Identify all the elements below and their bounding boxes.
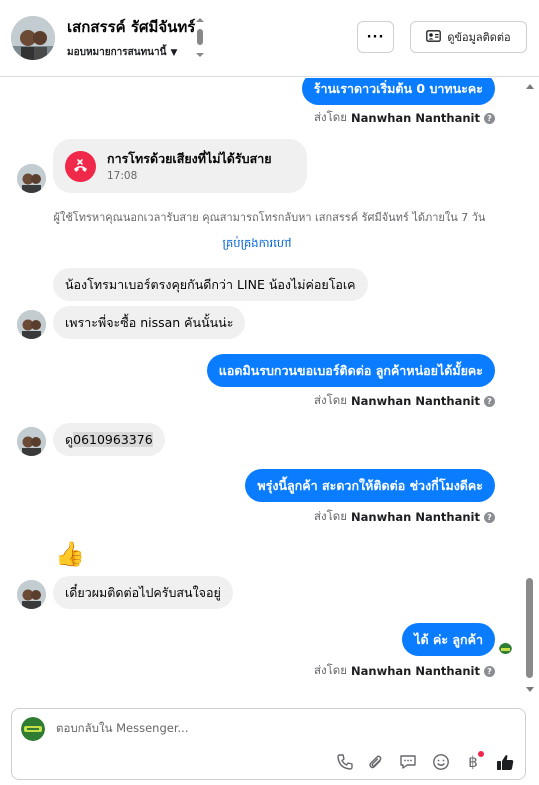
emoji-icon[interactable] xyxy=(430,751,452,773)
help-icon[interactable]: ? xyxy=(484,511,495,523)
contact-name: เสกสรรค์ รัศมีจันทร์ xyxy=(67,18,196,36)
attachment-icon[interactable] xyxy=(365,751,387,773)
contact-avatar[interactable] xyxy=(11,16,55,60)
message-incoming[interactable]: น้องโทรมาเบอร์ตรงคุยกันดีกว่า LINE น้องไ… xyxy=(53,268,368,301)
assign-conversation-dropdown[interactable]: มอบหมายการสนทนานี้ ▼ xyxy=(67,45,177,60)
notification-dot xyxy=(478,751,484,757)
page-logo-avatar xyxy=(21,717,45,741)
contact-card-icon xyxy=(426,29,442,45)
scroll-up-arrow[interactable] xyxy=(526,84,534,89)
help-icon[interactable]: ? xyxy=(484,395,495,407)
sent-by-prefix: ส่งโดย xyxy=(313,110,348,124)
message-thread[interactable]: ร้านเราดาวเริ่มต้น 0 บาทนะคะ ส่งโดย Nanw… xyxy=(0,78,539,700)
agent-name: Nanwhan Nanthanit xyxy=(351,664,480,678)
agent-name: Nanwhan Nanthanit xyxy=(351,111,480,125)
sent-by-line: ส่งโดย Nanwhan Nanthanit ? xyxy=(314,662,495,680)
phone-icon[interactable] xyxy=(334,751,356,773)
read-receipt-avatar xyxy=(499,641,512,654)
help-icon[interactable]: ? xyxy=(484,112,495,124)
saved-reply-icon[interactable] xyxy=(397,751,419,773)
message-incoming[interactable]: เดี๋ยวผมติดต่อไปครับสนใจอยู่ xyxy=(53,576,233,609)
conversation-header: เสกสรรค์ รัศมีจันทร์ มอบหมายการสนทนานี้ ▼… xyxy=(0,0,539,77)
missed-call-title: การโทรด้วยเสียงที่ไม่ได้รับสาย xyxy=(107,151,272,166)
phone-number[interactable]: 0610963376 xyxy=(73,432,153,447)
sent-by-prefix: ส่งโดย xyxy=(313,393,348,407)
help-icon[interactable]: ? xyxy=(484,665,495,677)
view-contact-info-button[interactable]: ดูข้อมูลติดต่อ xyxy=(410,21,527,53)
like-icon[interactable] xyxy=(494,751,516,773)
contact-avatar-small[interactable] xyxy=(17,580,46,609)
payment-icon[interactable]: ฿ xyxy=(462,751,484,773)
phone-prefix: ดู xyxy=(65,431,74,447)
message-outgoing[interactable]: พรุ่งนี้ลูกค้า สะดวกให้ติดต่อ ช่วงกี่โมง… xyxy=(245,469,495,502)
conversation-stepper[interactable] xyxy=(195,17,205,59)
scrollbar-thumb[interactable] xyxy=(526,578,533,678)
agent-name: Nanwhan Nanthanit xyxy=(351,394,480,408)
sent-by-line: ส่งโดย Nanwhan Nanthanit ? xyxy=(314,508,495,526)
missed-call-notice: ผู้ใช้โทรหาคุณนอกเวลารับสาย คุณสามารถโทร… xyxy=(53,211,486,224)
scroll-down-arrow[interactable] xyxy=(526,687,534,692)
contact-avatar-small[interactable] xyxy=(17,427,46,456)
more-options-icon: ··· xyxy=(366,29,385,45)
thumbs-up-sticker[interactable]: 👍 xyxy=(55,540,85,568)
reply-composer: ฿ xyxy=(11,708,526,780)
agent-name: Nanwhan Nanthanit xyxy=(351,510,480,524)
sent-by-prefix: ส่งโดย xyxy=(313,509,348,523)
sent-by-line: ส่งโดย Nanwhan Nanthanit ? xyxy=(314,109,495,127)
manage-calls-link[interactable]: គ្រប់គ្រងការហៅ xyxy=(0,236,514,253)
message-incoming-phone[interactable]: ดู 0610963376 xyxy=(53,423,165,456)
more-options-button[interactable]: ··· xyxy=(357,21,394,53)
view-contact-info-label: ดูข้อมูลติดต่อ xyxy=(447,31,511,44)
caret-down-icon: ▼ xyxy=(170,48,178,58)
contact-avatar-small[interactable] xyxy=(17,164,46,193)
message-outgoing[interactable]: ได้ ค่ะ ลูกค้า xyxy=(402,623,495,656)
message-outgoing[interactable]: ร้านเราดาวเริ่มต้น 0 บาทนะคะ xyxy=(301,78,495,105)
sent-by-line: ส่งโดย Nanwhan Nanthanit ? xyxy=(314,392,495,410)
message-incoming[interactable]: เพราะพี่จะซื้อ nissan คันนั้นน่ะ xyxy=(53,306,246,339)
contact-avatar-small[interactable] xyxy=(17,310,46,339)
assign-label: มอบหมายการสนทนานี้ xyxy=(67,47,167,58)
sent-by-prefix: ส่งโดย xyxy=(313,663,348,677)
missed-call-time: 17:08 xyxy=(107,170,138,182)
missed-call-card[interactable]: การโทรด้วยเสียงที่ไม่ได้รับสาย 17:08 xyxy=(53,139,307,193)
message-outgoing[interactable]: แอดมินรบกวนขอเบอร์ติดต่อ ลูกค้าหน่อยได้ม… xyxy=(206,354,495,387)
reply-input[interactable] xyxy=(56,721,456,735)
missed-call-icon xyxy=(65,151,96,182)
